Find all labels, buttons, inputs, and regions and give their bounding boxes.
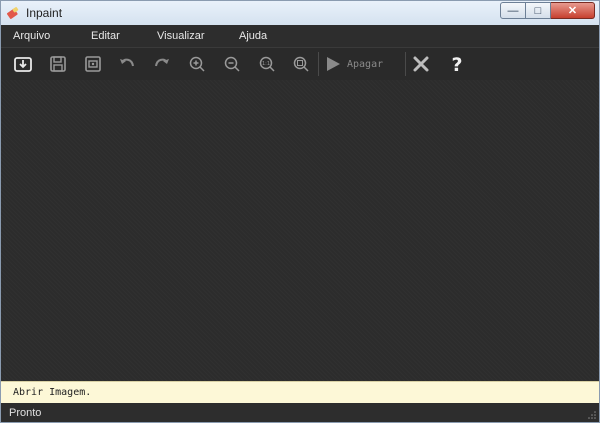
erase-label: Apagar bbox=[347, 58, 384, 70]
erase-button[interactable]: Apagar bbox=[323, 52, 383, 76]
resize-grip-icon[interactable] bbox=[588, 411, 596, 419]
toolbar-divider bbox=[405, 52, 406, 76]
title-bar[interactable]: Inpaint — □ ✕ bbox=[1, 1, 599, 25]
zoom-in-icon bbox=[189, 56, 205, 72]
undo-button[interactable] bbox=[115, 52, 139, 76]
toolbar-divider bbox=[318, 52, 319, 76]
open-icon bbox=[14, 57, 32, 72]
svg-text:?: ? bbox=[451, 54, 462, 74]
x-icon bbox=[413, 56, 429, 72]
zoom-actual-button[interactable]: 1:1 bbox=[255, 52, 279, 76]
hint-bar: Abrir Imagem. bbox=[1, 381, 599, 403]
redo-button[interactable] bbox=[150, 52, 174, 76]
image-canvas[interactable] bbox=[1, 80, 599, 381]
minimize-button[interactable]: — bbox=[500, 2, 526, 19]
help-icon: ? bbox=[451, 54, 462, 74]
maximize-icon: □ bbox=[534, 4, 542, 17]
undo-icon bbox=[120, 58, 134, 67]
zoom-out-icon bbox=[224, 56, 240, 72]
play-icon bbox=[327, 57, 340, 71]
menu-visualizar[interactable]: Visualizar bbox=[157, 30, 205, 42]
cancel-button[interactable] bbox=[409, 52, 433, 76]
app-window: Inpaint — □ ✕ Arquivo Editar Visualizar … bbox=[0, 0, 600, 423]
menu-ajuda[interactable]: Ajuda bbox=[239, 30, 267, 42]
maximize-button[interactable]: □ bbox=[526, 2, 551, 19]
status-bar: Pronto bbox=[1, 403, 599, 422]
app-logo-icon bbox=[7, 6, 21, 20]
zoom-fit-button[interactable] bbox=[289, 52, 313, 76]
close-button[interactable]: ✕ bbox=[551, 2, 595, 19]
save-button[interactable] bbox=[46, 52, 70, 76]
minimize-icon: — bbox=[507, 4, 519, 17]
status-text: Pronto bbox=[9, 406, 42, 419]
zoom-out-button[interactable] bbox=[220, 52, 244, 76]
redo-icon bbox=[155, 58, 169, 67]
menu-editar[interactable]: Editar bbox=[91, 30, 120, 42]
toolbar: 1:1 Apagar ? bbox=[1, 47, 599, 81]
save-as-button[interactable] bbox=[81, 52, 105, 76]
hint-text: Abrir Imagem. bbox=[13, 387, 92, 398]
menu-bar: Arquivo Editar Visualizar Ajuda bbox=[1, 25, 599, 47]
svg-text:1:1: 1:1 bbox=[262, 61, 270, 67]
menu-arquivo[interactable]: Arquivo bbox=[13, 30, 50, 42]
close-icon: ✕ bbox=[567, 5, 578, 17]
save-icon bbox=[50, 56, 66, 72]
save-as-icon bbox=[85, 56, 101, 72]
window-controls: — □ ✕ bbox=[500, 2, 595, 19]
zoom-in-button[interactable] bbox=[185, 52, 209, 76]
help-button[interactable]: ? bbox=[445, 52, 469, 76]
zoom-fit-icon bbox=[293, 56, 309, 72]
window-title: Inpaint bbox=[26, 6, 63, 20]
zoom-actual-icon: 1:1 bbox=[259, 56, 275, 72]
open-button[interactable] bbox=[11, 52, 35, 76]
